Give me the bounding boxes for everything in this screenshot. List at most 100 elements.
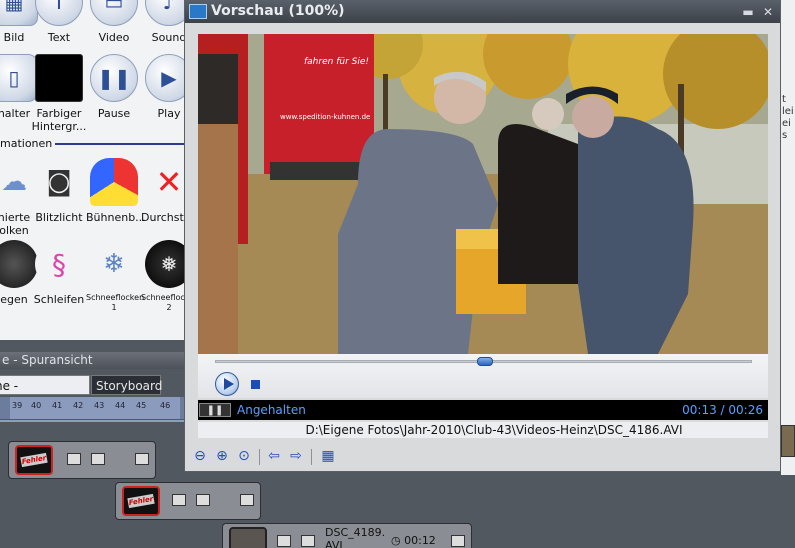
section-divider xyxy=(55,143,185,145)
error-badge: Fehler xyxy=(20,452,48,468)
zoom-in-icon[interactable]: ⊕ xyxy=(213,447,231,465)
effect-tile-text[interactable]: T Text xyxy=(31,0,87,44)
playback-status: Angehalten xyxy=(237,403,306,417)
pause-icon: ❚❚ xyxy=(90,54,138,102)
effect-label: Text xyxy=(47,31,71,44)
text-icon: T xyxy=(35,0,83,26)
video-icon: ▭ xyxy=(90,0,138,26)
effect-label: Video xyxy=(98,31,130,44)
ruler-tick: 42 xyxy=(73,401,84,410)
seek-handle[interactable] xyxy=(477,357,493,366)
effect-tile-snowflakes-1[interactable]: ❄ Schneeflocken 1 xyxy=(86,240,145,313)
filmstrip-icon[interactable] xyxy=(172,494,186,506)
ruler-tick: 46 xyxy=(160,401,171,410)
effect-label: Bild xyxy=(3,31,25,44)
clip-duration: ◷ 00:12 xyxy=(391,534,436,547)
video-frame: fahren für Sie! www.spedition-kuhnen.de xyxy=(198,34,768,354)
fragment-text: s xyxy=(782,130,788,141)
effect-label: Sound xyxy=(151,31,187,44)
play-button[interactable] xyxy=(215,372,239,396)
snowflake-icon: ❄ xyxy=(90,240,138,288)
effect-label: Blitzlicht xyxy=(35,211,83,224)
effect-tile-flash[interactable]: ◙ Blitzlicht xyxy=(31,158,87,224)
clip-thumbnail xyxy=(229,527,267,548)
timeline-tabs: ne - Spuransicht Storyboard xyxy=(0,375,190,413)
minimize-icon[interactable]: ▬ xyxy=(741,5,755,19)
preview-toolbar: ⊖ ⊕ ⊙ ⇦ ⇨ ▦ xyxy=(189,447,389,467)
effect-label: Schleifen xyxy=(33,293,85,306)
background-window-fragment: t lei ei s xyxy=(781,0,795,475)
file-path: D:\Eigene Fotos\Jahr-2010\Club-43\Videos… xyxy=(198,422,768,438)
clip-thumbnail: Fehler xyxy=(15,445,53,475)
zoom-100-icon[interactable]: ⊙ xyxy=(235,447,253,465)
trash-icon[interactable] xyxy=(451,535,465,547)
ruler-tick: 41 xyxy=(52,401,63,410)
flashlight-icon: ◙ xyxy=(35,158,83,206)
effect-label: Farbiger Hintergr... xyxy=(31,107,87,133)
grid-icon[interactable]: ▦ xyxy=(319,447,337,465)
close-icon[interactable]: ✕ xyxy=(761,5,775,19)
timeline-clip[interactable]: Fehler xyxy=(115,482,261,520)
trash-icon[interactable] xyxy=(240,494,254,506)
effect-label: nierte olken xyxy=(0,211,31,237)
effects-palette: ▦ Bild T Text ▭ Video ♪ Sound ▯ halter Farbig… xyxy=(0,0,199,340)
effect-tile-pause[interactable]: ❚❚ Pause xyxy=(86,54,142,120)
effects-icon[interactable] xyxy=(91,453,105,465)
video-image: fahren für Sie! www.spedition-kuhnen.de xyxy=(198,34,768,354)
effect-label: Schneeflocken 1 xyxy=(86,293,145,312)
panel-title: e - Spuransicht xyxy=(0,352,190,369)
truck-lettering: fahren für Sie! xyxy=(304,57,369,67)
ruler-tick: 43 xyxy=(94,401,105,410)
black-swatch-icon xyxy=(35,54,83,102)
clip-duration-value: 00:12 xyxy=(404,534,436,547)
section-animations: mationen xyxy=(0,136,190,152)
status-bar: ❚❚ Angehalten 00:13 / 00:26 xyxy=(198,400,768,420)
effects-icon[interactable] xyxy=(196,494,210,506)
zoom-out-icon[interactable]: ⊖ xyxy=(191,447,209,465)
timeline-clip[interactable]: Fehler xyxy=(8,441,156,479)
effect-tile-video[interactable]: ▭ Video xyxy=(86,0,142,44)
tab-track-view[interactable]: ne - Spuransicht xyxy=(0,375,90,413)
toolbar-divider xyxy=(311,449,312,465)
fragment-text: ei xyxy=(782,118,791,129)
effects-icon[interactable] xyxy=(301,535,315,547)
fragment-text: t xyxy=(782,94,786,105)
filmstrip-icon[interactable] xyxy=(67,453,81,465)
clip-thumbnail: Fehler xyxy=(122,486,160,516)
app-icon xyxy=(189,4,207,19)
timeline-clip[interactable]: DSC_4189. AVI ◷ 00:12 xyxy=(222,523,472,548)
preview-window[interactable]: Vorschau (100%) ▬ ✕ fahren für Sie! www.… xyxy=(184,0,781,472)
effect-label: halter xyxy=(0,107,31,120)
error-badge: Fehler xyxy=(127,493,155,509)
truck-url: www.spedition-kuhnen.de xyxy=(280,113,370,121)
arrow-right-icon[interactable]: ⇨ xyxy=(287,447,305,465)
clip-thumbnail xyxy=(781,425,795,457)
effect-label: Bühnenb... xyxy=(86,211,146,224)
clip-name-ext: AVI xyxy=(325,539,343,548)
ruler-tick: 40 xyxy=(31,401,42,410)
arrow-left-icon[interactable]: ⇦ xyxy=(265,447,283,465)
playback-controls xyxy=(198,354,768,398)
effect-tile-ribbons[interactable]: § Schleifen xyxy=(31,240,87,306)
window-titlebar[interactable]: Vorschau (100%) ▬ ✕ xyxy=(185,1,780,23)
ruler-tick: 39 xyxy=(12,401,23,410)
effect-label: egen xyxy=(0,293,28,306)
effect-tile-color-background[interactable]: Farbiger Hintergr... xyxy=(31,54,87,133)
stage-light-icon xyxy=(90,158,138,206)
fragment-text: lei xyxy=(782,106,794,117)
stop-button[interactable] xyxy=(251,380,260,389)
playback-time: 00:13 / 00:26 xyxy=(682,403,763,417)
effect-tile-stage[interactable]: Bühnenb... xyxy=(86,158,146,224)
effect-label: Play xyxy=(157,107,181,120)
ribbons-icon: § xyxy=(35,240,83,288)
ruler-tick: 44 xyxy=(115,401,126,410)
time-ruler[interactable]: 39 40 41 42 43 44 45 46 xyxy=(0,397,190,419)
clip-name: DSC_4189. xyxy=(325,526,386,539)
trash-icon[interactable] xyxy=(135,453,149,465)
ruler-tick: 45 xyxy=(136,401,147,410)
section-label: mationen xyxy=(0,137,53,150)
toolbar-divider xyxy=(259,449,260,465)
tab-storyboard[interactable]: Storyboard xyxy=(91,375,162,395)
pause-state-icon: ❚❚ xyxy=(199,403,231,417)
filmstrip-icon[interactable] xyxy=(277,535,291,547)
